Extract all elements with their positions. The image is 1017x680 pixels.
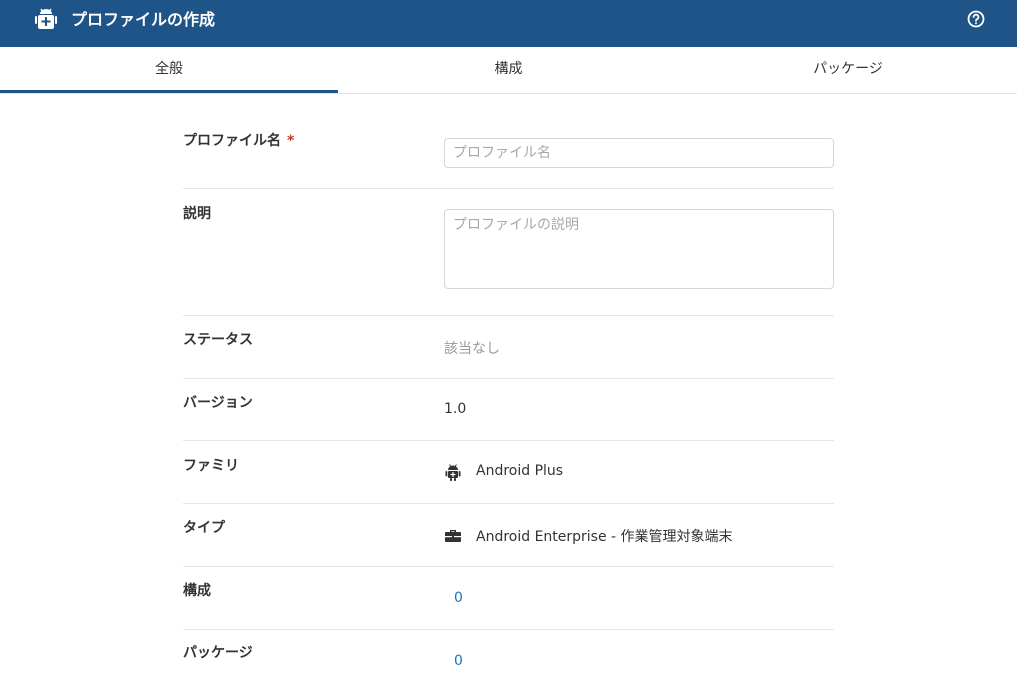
briefcase-icon [445, 530, 461, 542]
required-mark: * [287, 133, 295, 149]
configurations-count-link[interactable]: 0 [454, 590, 463, 606]
app-header: プロファイルの作成 [0, 0, 1017, 47]
version-label: バージョン [183, 395, 253, 411]
tab-general[interactable]: 全般 [0, 47, 338, 93]
page-title: プロファイルの作成 [71, 10, 216, 29]
description-input[interactable] [444, 209, 834, 289]
tab-packages[interactable]: パッケージ [679, 47, 1017, 93]
packages-label: パッケージ [183, 645, 253, 661]
configurations-label: 構成 [183, 583, 211, 599]
row-profile-name: プロファイル名 * [183, 115, 834, 189]
android-icon [445, 464, 461, 481]
type-value: Android Enterprise - 作業管理対象端末 [476, 529, 733, 545]
android-plus-icon [35, 8, 57, 29]
help-circle-icon[interactable] [967, 10, 985, 28]
row-packages: パッケージ 0 [183, 630, 834, 680]
row-status: ステータス 該当なし [183, 316, 834, 379]
tab-bar: 全般 構成 パッケージ [0, 47, 1017, 94]
family-value: Android Plus [476, 463, 564, 479]
family-label: ファミリ [183, 458, 239, 474]
tab-configurations[interactable]: 構成 [338, 47, 679, 93]
status-label: ステータス [183, 332, 253, 348]
type-label: タイプ [183, 520, 225, 536]
profile-form: プロファイル名 * 説明 ステータス 該当なし バージョン 1.0 ファミリ An… [183, 115, 834, 680]
row-description: 説明 [183, 189, 834, 316]
description-label: 説明 [183, 206, 211, 222]
row-type: タイプ Android Enterprise - 作業管理対象端末 [183, 504, 834, 567]
row-family: ファミリ Android Plus [183, 441, 834, 504]
packages-count-link[interactable]: 0 [454, 653, 463, 669]
version-value: 1.0 [444, 401, 467, 417]
profile-name-label-text: プロファイル名 [183, 133, 281, 149]
profile-name-input[interactable] [444, 138, 834, 168]
status-value: 該当なし [444, 341, 500, 357]
row-configurations: 構成 0 [183, 567, 834, 630]
row-version: バージョン 1.0 [183, 379, 834, 441]
profile-name-label: プロファイル名 * [183, 130, 294, 150]
